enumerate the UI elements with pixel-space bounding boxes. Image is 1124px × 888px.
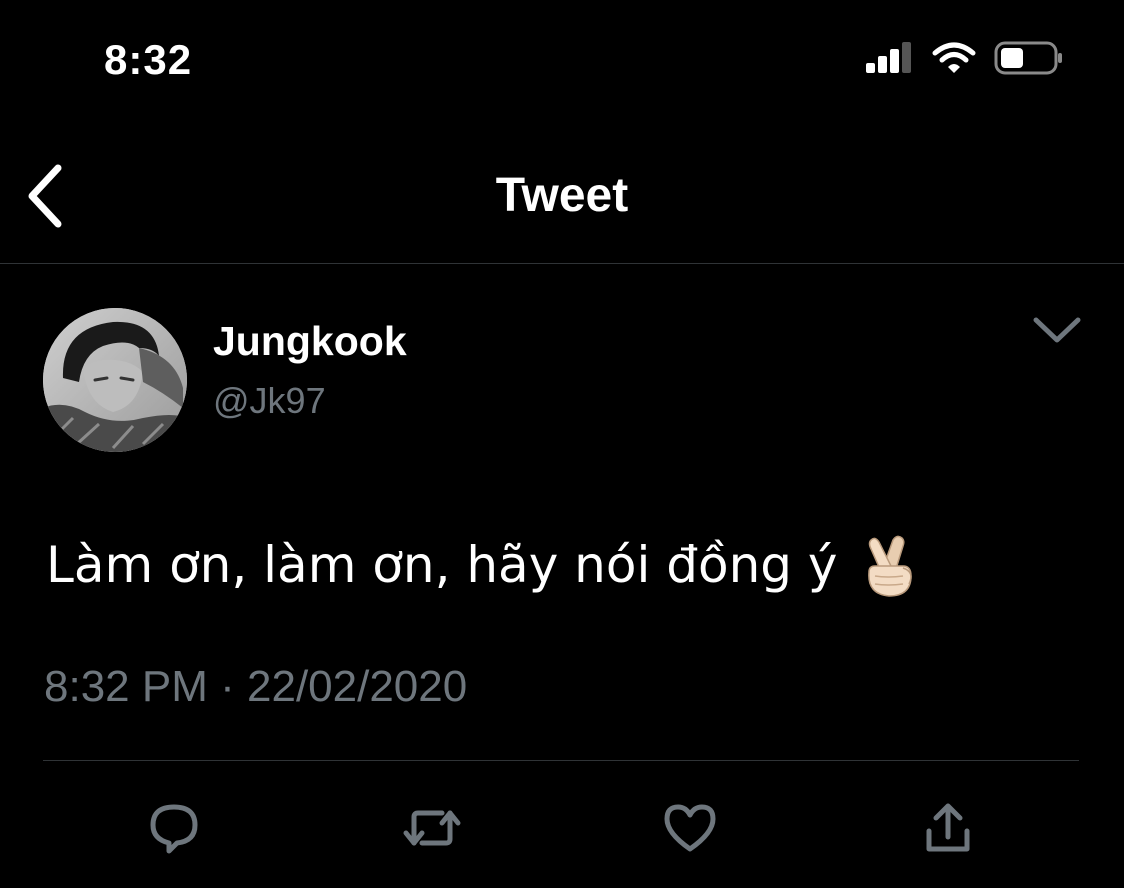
crossed-fingers-emoji-icon [863,532,917,598]
retweet-button[interactable] [400,798,464,862]
chevron-down-icon [1032,315,1082,350]
author-handle[interactable]: @Jk97 [213,380,326,422]
tweet-timestamp: 8:32 PM · 22/02/2020 [44,662,467,712]
status-bar: 8:32 [0,0,1124,120]
tweet-date: 22/02/2020 [247,662,468,711]
retweet-icon [402,803,462,858]
wifi-icon [932,41,976,80]
cellular-signal-icon [864,41,914,80]
share-icon [923,801,973,860]
more-options-button[interactable] [1030,312,1084,352]
reply-button[interactable] [142,798,206,862]
header: Tweet [0,130,1124,264]
battery-icon [994,40,1064,81]
tweet-time: 8:32 PM [44,662,208,711]
divider [43,760,1079,761]
author-name[interactable]: Jungkook [213,318,407,365]
heart-icon [663,803,717,858]
tweet-body: Làm ơn, làm ơn, hãy nói đồng ý [46,532,917,598]
status-icons [864,40,1064,80]
page-title: Tweet [495,169,629,222]
tweet-text: Làm ơn, làm ơn, hãy nói đồng ý [46,536,838,594]
like-button[interactable] [658,798,722,862]
status-time: 8:32 [104,36,193,83]
reply-icon [147,801,201,860]
meta-separator: · [220,662,235,711]
avatar[interactable] [43,308,187,452]
share-button[interactable] [916,798,980,862]
action-bar [0,794,1124,864]
